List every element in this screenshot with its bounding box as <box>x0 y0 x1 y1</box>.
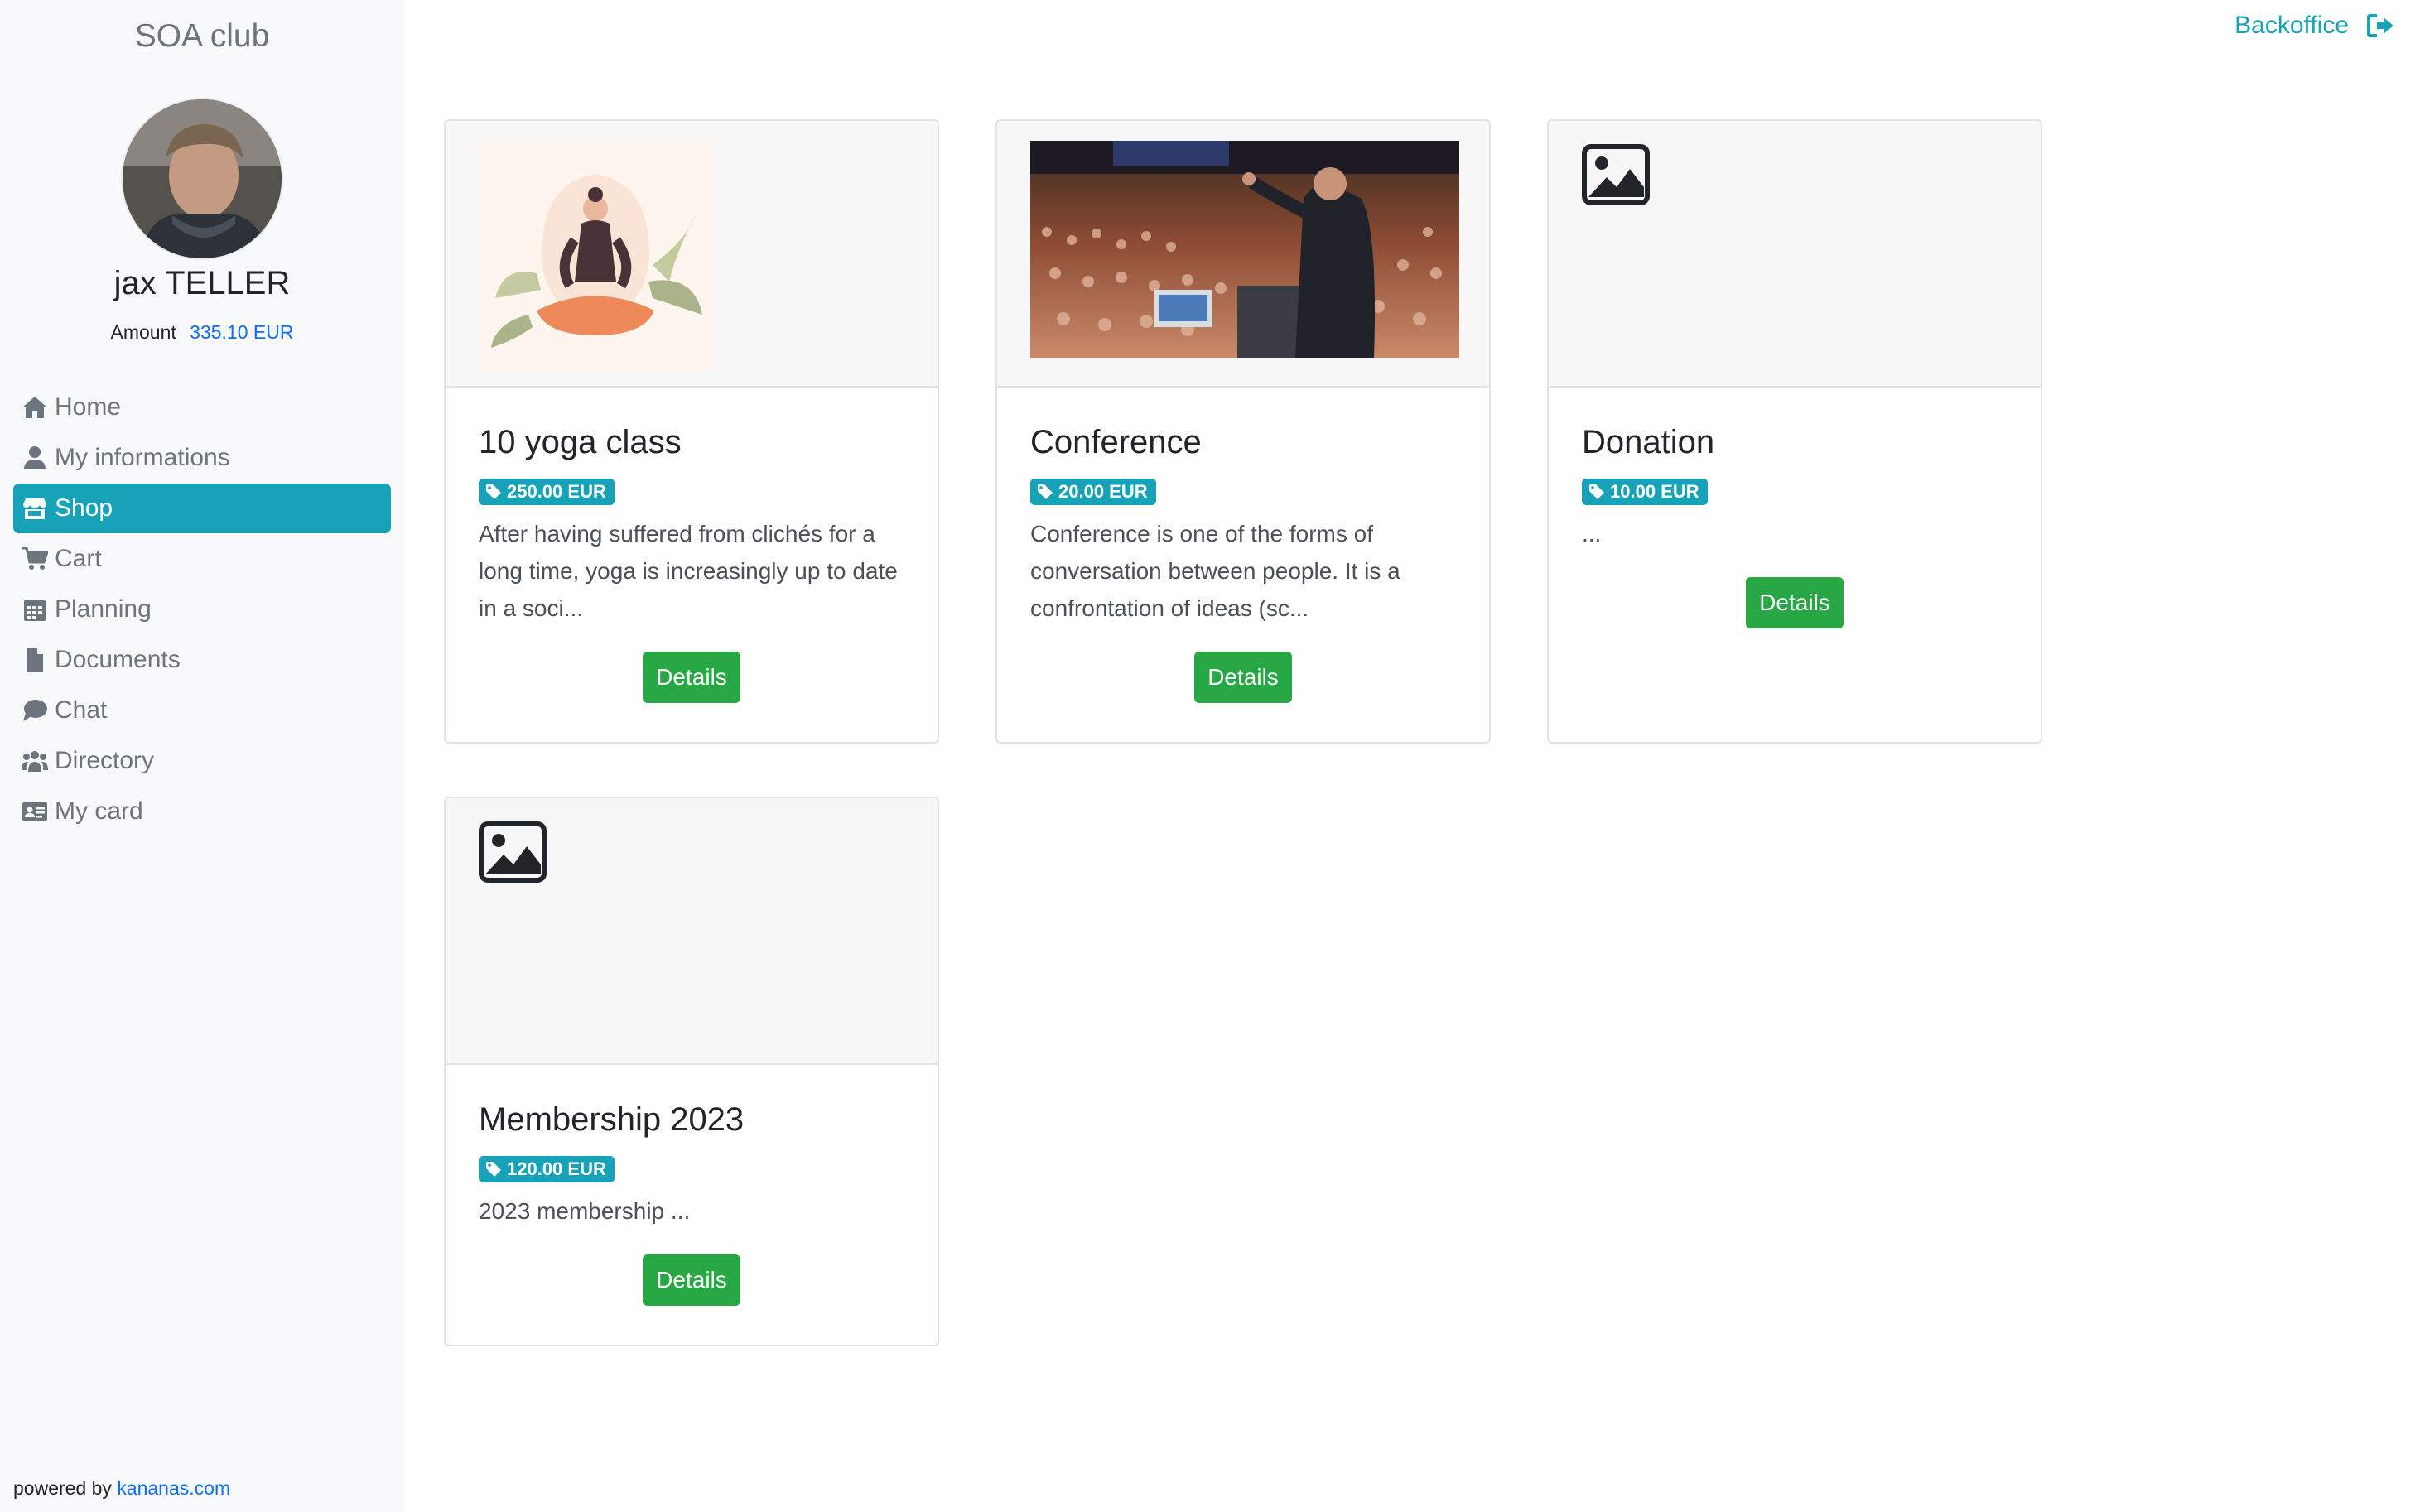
product-card-conference: Conference 20.00 EUR Conference is one o… <box>995 119 1491 744</box>
id-card-icon <box>20 799 50 824</box>
price-badge: 10.00 EUR <box>1582 479 1708 505</box>
user-icon <box>20 445 50 470</box>
product-description: ... <box>1582 521 1602 547</box>
price-badge: 120.00 EUR <box>479 1156 615 1182</box>
sidebar-item-label: Planning <box>55 595 152 623</box>
sidebar-item-my-card[interactable]: My card <box>13 787 391 836</box>
powered-by: powered by kananas.com <box>13 1477 230 1500</box>
sidebar-item-documents[interactable]: Documents <box>13 635 391 685</box>
backoffice-link[interactable]: Backoffice <box>2234 12 2395 40</box>
file-icon <box>20 648 50 672</box>
image-placeholder-icon <box>1582 144 1650 205</box>
home-icon <box>20 395 50 420</box>
sidebar-item-label: Chat <box>55 696 108 724</box>
user-name: jax TELLER <box>113 265 291 301</box>
price-text: 10.00 EUR <box>1610 481 1699 502</box>
sidebar-item-label: Home <box>55 393 122 421</box>
product-title: Membership 2023 <box>479 1101 745 1138</box>
sidebar-item-label: Documents <box>55 646 181 673</box>
product-title: Donation <box>1582 424 1715 460</box>
calendar-icon <box>20 597 50 622</box>
price-text: 250.00 EUR <box>507 481 606 502</box>
details-button[interactable]: Details <box>643 652 740 703</box>
product-image-area <box>446 121 938 388</box>
details-button[interactable]: Details <box>1746 577 1844 628</box>
product-card-membership: Membership 2023 120.00 EUR 2023 membersh… <box>444 797 939 1346</box>
avatar <box>123 99 282 258</box>
sidebar-item-label: My card <box>55 797 143 825</box>
price-text: 20.00 EUR <box>1058 481 1148 502</box>
sidebar-item-label: Shop <box>55 494 113 522</box>
conference-photo <box>1030 141 1459 358</box>
amount-value: 335.10 EUR <box>190 321 294 343</box>
store-icon <box>20 496 50 521</box>
sidebar-nav: Home My informations Shop Cart Planning <box>13 383 391 837</box>
sidebar-item-planning[interactable]: Planning <box>13 585 391 634</box>
chat-icon <box>20 698 50 723</box>
sidebar-item-chat[interactable]: Chat <box>13 686 391 735</box>
sidebar: SOA club jax TELLER Amount 335.10 EUR Ho… <box>0 0 404 1512</box>
product-image-area <box>1549 121 2041 388</box>
product-card-donation: Donation 10.00 EUR ... Details <box>1547 119 2042 744</box>
sidebar-item-label: Directory <box>55 747 155 774</box>
product-title: Conference <box>1030 424 1202 460</box>
details-button[interactable]: Details <box>643 1254 740 1306</box>
club-title: SOA club <box>134 18 270 54</box>
product-title: 10 yoga class <box>479 424 682 460</box>
product-image-area <box>446 798 938 1065</box>
price-badge: 20.00 EUR <box>1030 479 1156 505</box>
amount-row: Amount 335.10 EUR <box>0 321 404 344</box>
product-description: Conference is one of the forms of conver… <box>1030 521 1400 621</box>
product-card-yoga: 10 yoga class 250.00 EUR After having su… <box>444 119 939 744</box>
sidebar-item-label: Cart <box>55 545 102 572</box>
tag-icon <box>1038 484 1053 499</box>
tag-icon <box>486 1162 501 1177</box>
kananas-link[interactable]: kananas.com <box>117 1477 230 1499</box>
powered-by-text: powered by <box>13 1477 112 1499</box>
sidebar-item-label: My informations <box>55 444 230 471</box>
details-button[interactable]: Details <box>1194 652 1292 703</box>
sign-out-icon <box>2367 13 2395 38</box>
yoga-illustration <box>479 141 712 373</box>
tag-icon <box>1589 484 1604 499</box>
product-description: After having suffered from clichés for a… <box>479 521 898 621</box>
sidebar-item-cart[interactable]: Cart <box>13 534 391 584</box>
product-description: 2023 membership ... <box>479 1198 691 1224</box>
image-placeholder-icon <box>479 821 547 883</box>
sidebar-item-directory[interactable]: Directory <box>13 736 391 786</box>
avatar-photo <box>123 99 282 258</box>
amount-label: Amount <box>110 321 176 343</box>
users-icon <box>20 749 50 773</box>
sidebar-item-my-informations[interactable]: My informations <box>13 433 391 483</box>
backoffice-label: Backoffice <box>2234 12 2349 39</box>
sidebar-item-shop[interactable]: Shop <box>13 484 391 533</box>
sidebar-item-home[interactable]: Home <box>13 383 391 432</box>
price-text: 120.00 EUR <box>507 1158 606 1179</box>
price-badge: 250.00 EUR <box>479 479 615 505</box>
cart-icon <box>20 547 50 571</box>
product-image-area <box>997 121 1489 388</box>
tag-icon <box>486 484 501 499</box>
